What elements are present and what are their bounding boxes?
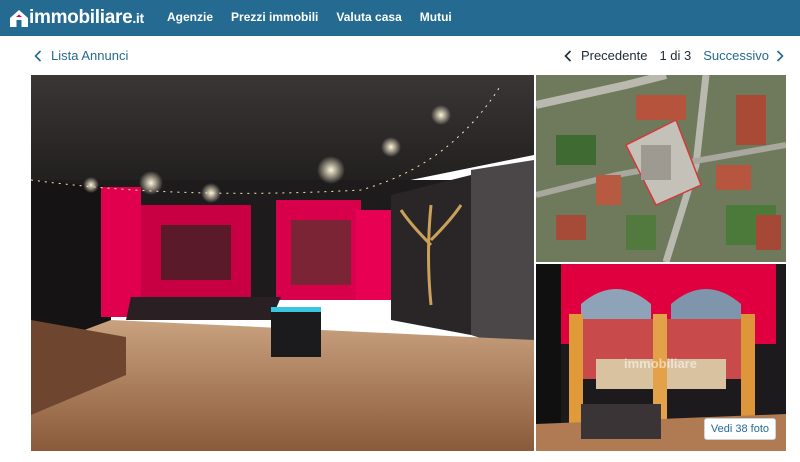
- logo-text: immobiliare.it: [29, 7, 144, 28]
- nav-mutui[interactable]: Mutui: [420, 10, 452, 24]
- site-logo[interactable]: immobiliare.it: [8, 6, 144, 30]
- aerial-photo[interactable]: [536, 75, 786, 262]
- chevron-right-icon[interactable]: [775, 49, 785, 63]
- listing-subnav: Lista Annunci Precedente 1 di 3 Successi…: [0, 36, 800, 74]
- back-to-list-link[interactable]: Lista Annunci: [33, 48, 128, 63]
- listing-pager: Precedente 1 di 3 Successivo: [563, 48, 785, 63]
- listing-counter: 1 di 3: [659, 48, 692, 63]
- nav-agenzie[interactable]: Agenzie: [167, 10, 213, 24]
- top-navigation-bar: immobiliare.it Agenzie Prezzi immobili V…: [0, 0, 800, 36]
- main-photo[interactable]: [31, 75, 534, 451]
- chevron-left-icon: [34, 49, 42, 62]
- next-link[interactable]: Successivo: [703, 48, 769, 63]
- nav-valuta-casa[interactable]: Valuta casa: [336, 10, 401, 24]
- back-label: Lista Annunci: [51, 48, 129, 63]
- see-all-photos-button[interactable]: Vedi 38 foto: [703, 418, 776, 440]
- chevron-left-icon[interactable]: [563, 49, 573, 63]
- photo-gallery: immobiliare Vedi 38 foto: [31, 75, 786, 451]
- previous-link[interactable]: Precedente: [581, 48, 648, 63]
- main-nav: Agenzie Prezzi immobili Valuta casa Mutu…: [167, 10, 470, 24]
- watermark: immobiliare: [624, 356, 697, 371]
- house-icon: [10, 10, 28, 27]
- nav-prezzi-immobili[interactable]: Prezzi immobili: [231, 10, 318, 24]
- arches-photo[interactable]: immobiliare Vedi 38 foto: [536, 264, 786, 451]
